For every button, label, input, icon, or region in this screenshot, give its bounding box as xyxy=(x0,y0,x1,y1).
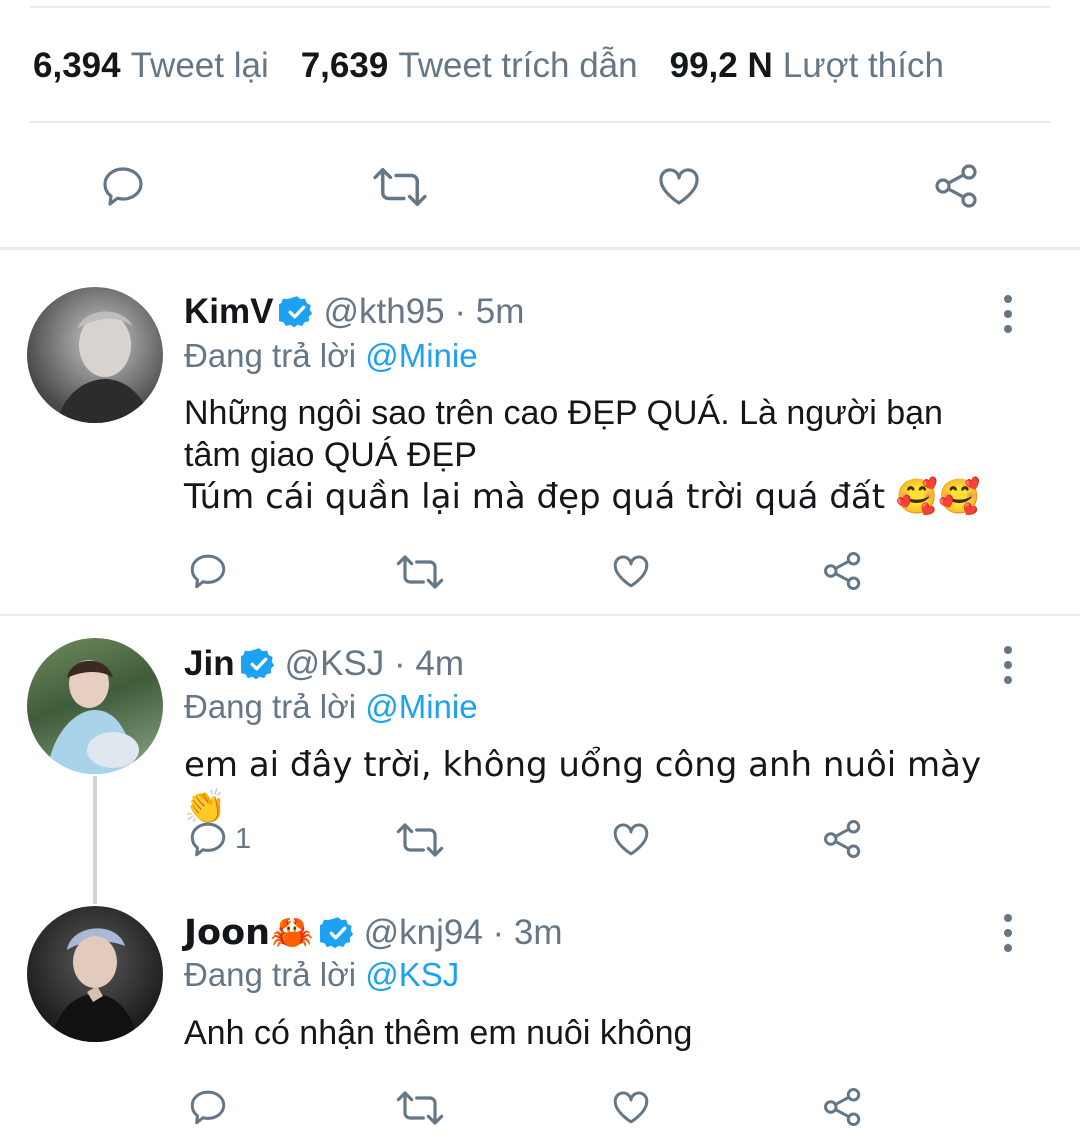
reply-icon xyxy=(190,822,226,857)
reply-button[interactable]: 1 xyxy=(187,818,251,860)
like-icon xyxy=(613,555,649,588)
avatar[interactable] xyxy=(27,906,163,1042)
more-options-icon[interactable] xyxy=(996,295,1020,333)
replying-to: Đang trả lời @Minie xyxy=(184,337,478,374)
reply-icon xyxy=(190,554,226,589)
reply-button[interactable] xyxy=(98,162,148,210)
top-divider xyxy=(30,6,1050,8)
share-button[interactable] xyxy=(822,818,864,860)
retweet-icon xyxy=(396,823,444,857)
mention-link[interactable]: @Minie xyxy=(365,688,477,725)
reply-button[interactable] xyxy=(187,550,229,592)
more-options-icon[interactable] xyxy=(996,914,1020,952)
share-button[interactable] xyxy=(822,1086,864,1128)
retweet-button[interactable] xyxy=(370,164,430,210)
avatar[interactable] xyxy=(27,638,163,774)
like-button[interactable] xyxy=(609,1086,653,1128)
like-button[interactable] xyxy=(609,818,653,860)
share-icon xyxy=(935,164,977,208)
share-icon xyxy=(824,552,861,590)
avatar-image xyxy=(51,928,139,1042)
reply-button[interactable] xyxy=(187,1086,229,1128)
like-button[interactable] xyxy=(609,550,653,592)
like-icon xyxy=(613,1091,649,1124)
avatar-image xyxy=(57,311,151,423)
handle-and-time: @kth95 · 5m xyxy=(323,292,525,331)
handle-and-time: @knj94 · 3m xyxy=(363,912,563,952)
share-icon xyxy=(824,1088,861,1126)
retweet-button[interactable] xyxy=(395,1088,445,1128)
tweet-header: Joon🦀 @knj94 · 3m xyxy=(184,912,563,954)
section-divider xyxy=(0,247,1080,250)
share-icon xyxy=(824,820,861,858)
like-button[interactable] xyxy=(653,162,705,210)
retweet-button[interactable] xyxy=(395,552,445,592)
quote-tweet-stat[interactable]: 7,639 Tweet trích dẫn xyxy=(301,46,638,86)
like-stat[interactable]: 99,2 N Lượt thích xyxy=(670,46,944,86)
retweet-stat[interactable]: 6,394 Tweet lại xyxy=(33,46,269,86)
reply-icon xyxy=(103,167,143,206)
more-options-icon[interactable] xyxy=(996,646,1020,684)
mention-link[interactable]: @KSJ xyxy=(365,956,459,993)
retweet-icon xyxy=(396,555,444,589)
divider xyxy=(0,614,1080,616)
display-name[interactable]: Jin xyxy=(184,644,235,684)
verified-badge-icon xyxy=(240,648,274,680)
verified-badge-icon xyxy=(319,916,353,948)
retweet-icon xyxy=(373,168,427,206)
tweet-stats: 6,394 Tweet lại 7,639 Tweet trích dẫn 99,2… xyxy=(33,46,976,86)
tweet-header: Jin @KSJ · 4m xyxy=(184,644,464,684)
display-name[interactable]: Joon🦀 xyxy=(184,912,314,953)
thread-connector xyxy=(93,776,97,904)
replying-to: Đang trả lời @KSJ xyxy=(184,956,460,993)
divider xyxy=(30,121,1050,123)
tweet-text: em ai đây trời, không uổng công anh nuôi… xyxy=(184,745,982,827)
like-icon xyxy=(659,168,699,205)
tweet-text: Những ngôi sao trên cao ĐẸP QUÁ. Là ngườ… xyxy=(184,394,981,517)
retweet-button[interactable] xyxy=(395,820,445,860)
share-button[interactable] xyxy=(822,550,864,592)
reply-count: 1 xyxy=(235,822,252,855)
main-action-bar xyxy=(0,150,1080,220)
handle-and-time: @KSJ · 4m xyxy=(284,644,465,683)
tweet-header: KimV @kth95 · 5m xyxy=(184,292,524,332)
tweet-text: Anh có nhận thêm em nuôi không xyxy=(184,1014,693,1052)
retweet-icon xyxy=(396,1091,444,1125)
share-button[interactable] xyxy=(932,162,982,210)
mention-link[interactable]: @Minie xyxy=(365,337,477,374)
reply-icon xyxy=(190,1090,226,1125)
avatar-image xyxy=(47,660,139,774)
like-icon xyxy=(613,823,649,856)
verified-badge-icon xyxy=(279,296,313,328)
display-name[interactable]: KimV xyxy=(184,292,273,332)
avatar[interactable] xyxy=(27,287,163,423)
replying-to: Đang trả lời @Minie xyxy=(184,688,478,725)
